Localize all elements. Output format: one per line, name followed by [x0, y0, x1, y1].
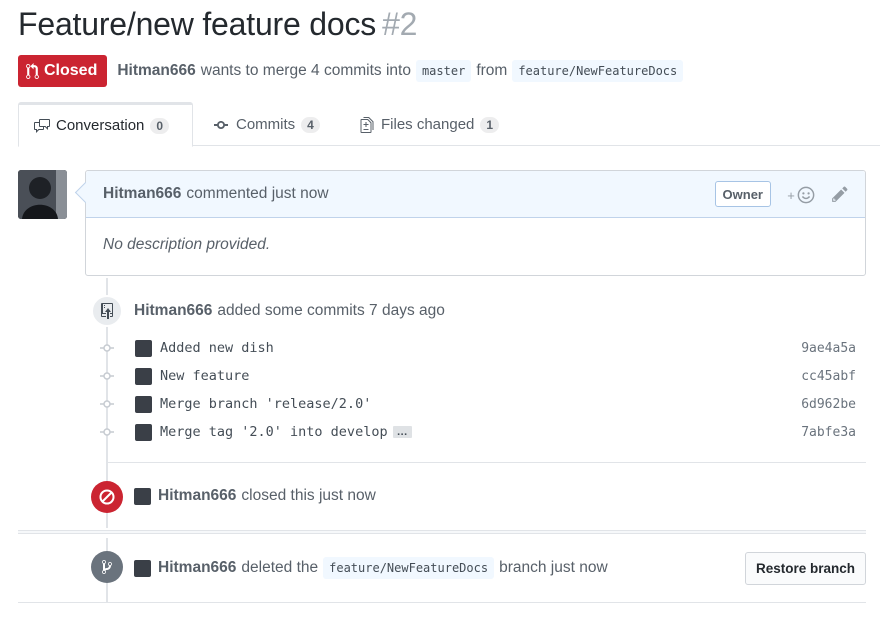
tab-commits-label: Commits: [236, 116, 296, 133]
commit-sha[interactable]: 7abfe3a: [801, 425, 856, 440]
state-label: Closed: [44, 62, 98, 79]
avatar[interactable]: [135, 395, 152, 413]
tab-conversation-count: 0: [150, 117, 170, 134]
tab-commits[interactable]: Commits 4: [214, 102, 320, 147]
pr-number: #2: [382, 6, 418, 42]
deleted-event-desc-after[interactable]: branch just now: [499, 559, 608, 577]
pr-title-text: Feature/new feature docs: [18, 6, 377, 42]
state-badge-closed: Closed: [18, 55, 108, 87]
git-commit-icon: [97, 366, 117, 386]
plus-text: +: [787, 187, 795, 203]
avatar[interactable]: [18, 170, 67, 219]
comment-header: Hitman666 commented just now Owner +: [86, 171, 865, 218]
pr-status-row: Closed Hitman666 wants to merge 4 commit…: [18, 55, 684, 87]
timeline-separator: [18, 530, 866, 534]
commits-event-author[interactable]: Hitman666: [134, 302, 212, 320]
comment-author[interactable]: Hitman666: [103, 185, 181, 203]
commit-message[interactable]: Merge tag '2.0' into develop: [160, 424, 388, 440]
smiley-icon: [797, 186, 815, 204]
circle-slash-icon: [99, 489, 115, 505]
tab-files-label: Files changed: [381, 116, 475, 133]
pr-tabs: Conversation 0 Commits 4 Files changed 1: [18, 102, 880, 147]
restore-branch-button[interactable]: Restore branch: [745, 552, 866, 585]
commits-event-desc: added some commits 7 days ago: [217, 302, 445, 319]
base-branch[interactable]: master: [415, 60, 472, 82]
expand-commit-message-button[interactable]: …: [392, 426, 412, 438]
avatar[interactable]: [135, 423, 152, 441]
tab-files-count: 1: [480, 116, 500, 133]
head-branch[interactable]: feature/NewFeatureDocs: [512, 60, 684, 82]
git-commit-icon: [97, 422, 117, 442]
git-branch-icon: [102, 560, 112, 574]
comment-action[interactable]: commented just now: [186, 185, 328, 203]
commits-event-icon: [91, 295, 123, 327]
closed-event-desc[interactable]: closed this just now: [241, 487, 375, 505]
avatar[interactable]: [135, 339, 152, 357]
commit-message[interactable]: Merge branch 'release/2.0': [160, 396, 371, 412]
event-divider: [107, 462, 866, 463]
deleted-event-icon: [91, 551, 123, 583]
commit-row: New feature cc45abf: [97, 365, 867, 387]
timeline-bottom-border: [18, 602, 866, 603]
deleted-event-author[interactable]: Hitman666: [158, 559, 236, 577]
avatar[interactable]: [134, 487, 151, 505]
comment-box: Hitman666 commented just now Owner + No …: [85, 170, 866, 276]
closed-event-text: Hitman666 closed this just now: [134, 487, 376, 505]
pr-author-link[interactable]: Hitman666: [117, 62, 195, 80]
repo-push-icon: [101, 303, 113, 319]
add-reaction-button[interactable]: +: [785, 185, 817, 205]
git-pull-request-icon: [26, 62, 39, 79]
commit-sha[interactable]: 9ae4a5a: [801, 341, 856, 356]
commit-sha[interactable]: 6d962be: [801, 397, 856, 412]
commits-event-text: Hitman666 added some commits 7 days ago: [134, 302, 445, 320]
from-text: from: [476, 62, 508, 79]
deleted-event-desc-before: deleted the: [241, 559, 319, 576]
comment-body: No description provided.: [103, 236, 271, 253]
tab-commits-count: 4: [301, 116, 320, 133]
pr-meta: Hitman666 wants to merge 4 commits into …: [117, 60, 684, 82]
merge-text: wants to merge 4 commits into: [200, 62, 411, 79]
avatar-image: [18, 170, 67, 219]
closed-event-icon: [91, 481, 123, 513]
commit-sha[interactable]: cc45abf: [801, 369, 856, 384]
commit-row: Merge branch 'release/2.0' 6d962be: [97, 393, 867, 415]
commit-row: Added new dish 9ae4a5a: [97, 337, 867, 359]
git-commit-icon: [214, 120, 228, 129]
deleted-event-text: Hitman666 deleted the feature/NewFeature…: [134, 557, 608, 579]
closed-event-author[interactable]: Hitman666: [158, 487, 236, 505]
git-commit-icon: [97, 338, 117, 358]
pr-title: Feature/new feature docs #2: [18, 6, 417, 43]
commit-message[interactable]: Added new dish: [160, 340, 274, 356]
tab-conversation-label: Conversation: [56, 117, 145, 134]
owner-label: Owner: [714, 181, 771, 207]
comment-discussion-icon: [34, 118, 50, 133]
file-diff-icon: [360, 116, 374, 133]
commit-message[interactable]: New feature: [160, 368, 249, 384]
pencil-icon[interactable]: [831, 185, 849, 203]
tab-files-changed[interactable]: Files changed 1: [359, 102, 500, 147]
deleted-branch-name: feature/NewFeatureDocs: [323, 557, 495, 579]
tab-conversation[interactable]: Conversation 0: [18, 102, 193, 147]
commit-row: Merge tag '2.0' into develop … 7abfe3a: [97, 421, 867, 443]
avatar[interactable]: [135, 367, 152, 385]
git-commit-icon: [97, 394, 117, 414]
avatar[interactable]: [134, 559, 151, 577]
